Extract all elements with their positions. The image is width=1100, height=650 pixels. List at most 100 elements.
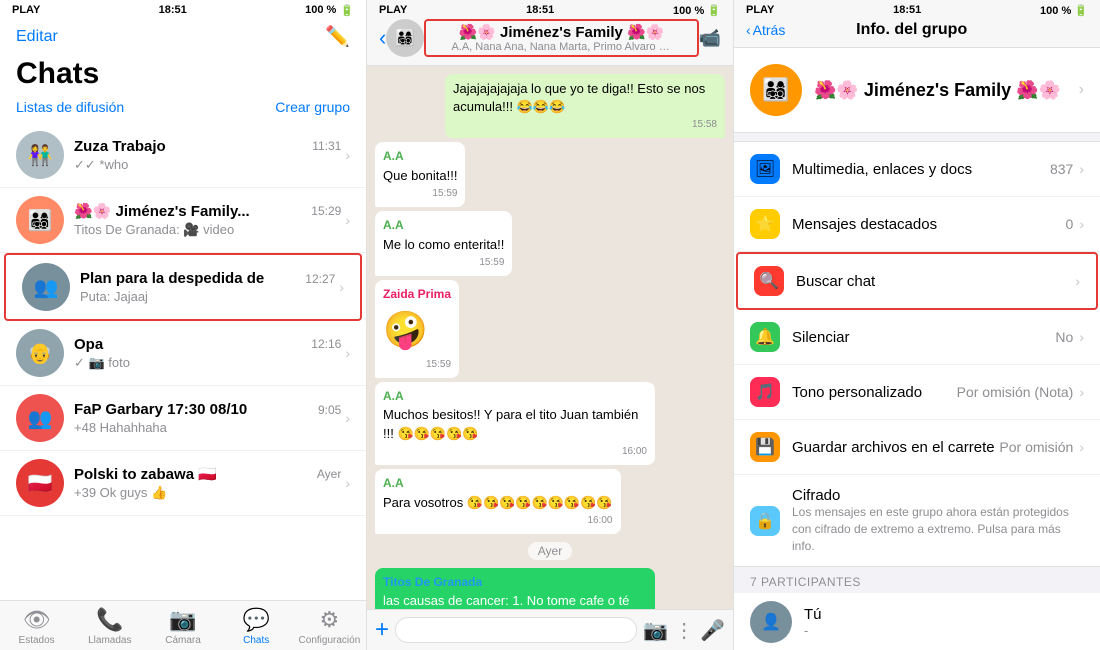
chat-time: 15:29 xyxy=(311,204,341,218)
message-bubble: A.APara vosotros 😘😘😘😘😘😘😘😘😘16:00 xyxy=(375,469,621,534)
info-row-label: Tono personalizado xyxy=(792,384,957,401)
chat-item[interactable]: 👴Opa12:16✓ 📷 foto› xyxy=(0,321,366,386)
compose-icon[interactable]: ✏️ xyxy=(325,24,350,49)
chat-time: 11:31 xyxy=(312,139,341,153)
info-row-value: No xyxy=(1055,329,1073,345)
mic-icon[interactable]: 🎤 xyxy=(700,618,725,643)
chat-name-row: Zuza Trabajo11:31 xyxy=(74,138,341,155)
info-row-icon: ⭐ xyxy=(750,209,780,239)
chat-name-row: 🌺🌸 Jiménez's Family...15:29 xyxy=(74,202,341,220)
info-section: 🖼Multimedia, enlaces y docs837›⭐Mensajes… xyxy=(734,141,1100,567)
chat-info: Zuza Trabajo11:31✓✓ *who xyxy=(74,138,341,173)
nav-item-chats[interactable]: 💬Chats xyxy=(220,607,293,646)
chevron-right-icon: › xyxy=(345,345,350,361)
message-sender: A.A xyxy=(383,475,613,492)
message-text: Que bonita!!! xyxy=(383,167,457,185)
dots-icon[interactable]: ⋮ xyxy=(674,618,694,643)
group-name-header: 🌺🌸 Jiménez's Family 🌺🌸 xyxy=(459,23,665,41)
carrier-3: PLAY xyxy=(746,4,774,17)
message-bubble: Jajajajajajaja lo que yo te diga!! Esto … xyxy=(445,74,725,138)
info-title: Info. del grupo xyxy=(856,21,967,39)
chevron-right-icon: › xyxy=(1079,384,1084,400)
info-row-value: 0 xyxy=(1066,216,1074,232)
nav-item-cámara[interactable]: 📷Cámara xyxy=(146,607,219,646)
add-attachment-button[interactable]: + xyxy=(375,616,389,644)
group-big-avatar: 👨‍👩‍👧‍👦 xyxy=(750,64,802,116)
message-sender: A.A xyxy=(383,217,504,234)
info-row[interactable]: 🔍Buscar chat› xyxy=(736,252,1098,310)
time-1: 18:51 xyxy=(159,4,187,16)
chat-info: Polski to zabawa 🇵🇱Ayer+39 Ok guys 👍 xyxy=(74,465,341,501)
chats-header: Editar ✏️ xyxy=(0,20,366,57)
chat-back-button[interactable]: ‹ xyxy=(379,25,386,51)
info-row[interactable]: 💾Guardar archivos en el carretePor omisi… xyxy=(734,420,1100,475)
time-2: 18:51 xyxy=(526,4,554,17)
info-row-icon: 🔍 xyxy=(754,266,784,296)
chat-item[interactable]: 👫Zuza Trabajo11:31✓✓ *who› xyxy=(0,123,366,188)
chat-time: 12:27 xyxy=(305,272,335,286)
info-row[interactable]: 🔔SilenciarNo› xyxy=(734,310,1100,365)
chevron-right-icon: › xyxy=(1079,161,1084,177)
message-time: 16:00 xyxy=(383,514,613,528)
info-row-label: Multimedia, enlaces y docs xyxy=(792,161,1050,178)
video-call-icon[interactable]: 📹 xyxy=(699,28,721,49)
camera-icon[interactable]: 📷 xyxy=(643,618,668,643)
message-time: 15:59 xyxy=(383,358,451,372)
messages-area: Jajajajajajaja lo que yo te diga!! Esto … xyxy=(367,66,733,609)
battery-icon-1: 🔋 xyxy=(340,4,354,17)
carrier-2: PLAY xyxy=(379,4,407,17)
panel-chats: PLAY 18:51 100 % 🔋 Editar ✏️ Chats Lista… xyxy=(0,0,367,650)
nav-label: Chats xyxy=(243,635,269,646)
difusion-link[interactable]: Listas de difusión xyxy=(16,99,124,115)
info-row[interactable]: ⭐Mensajes destacados0› xyxy=(734,197,1100,252)
message-input[interactable] xyxy=(395,617,637,643)
edit-button[interactable]: Editar xyxy=(16,28,58,46)
group-avatar-chat: 👨‍👩‍👧‍👦 xyxy=(386,19,424,57)
nav-label: Llamadas xyxy=(88,635,131,646)
info-row-value: Por omisión (Nota) xyxy=(957,384,1074,400)
info-back-button[interactable]: ‹ Atrás xyxy=(746,22,785,38)
group-info-chevron: › xyxy=(1079,81,1084,99)
day-divider: Ayer xyxy=(528,542,572,560)
info-row-label: CifradoLos mensajes en este grupo ahora … xyxy=(792,487,1084,554)
participant-row[interactable]: 👤 Tú- xyxy=(734,593,1100,650)
chevron-left-icon: ‹ xyxy=(746,22,751,38)
chat-item[interactable]: 👥FaP Garbary 17:30 08/109:05+48 Hahahhah… xyxy=(0,386,366,451)
nav-item-configuración[interactable]: ⚙Configuración xyxy=(293,607,366,646)
info-row-label: Guardar archivos en el carrete xyxy=(792,439,999,456)
message-text: las causas de cancer: 1. No tome cafe o … xyxy=(383,592,647,609)
chevron-right-icon: › xyxy=(339,279,344,295)
chat-preview: Puta: Jajaaj xyxy=(80,289,335,304)
panel-chat: PLAY 18:51 100 % 🔋 ‹ 👨‍👩‍👧‍👦 🌺🌸 Jiménez'… xyxy=(367,0,734,650)
chat-avatar: 👫 xyxy=(16,131,64,179)
chats-links: Listas de difusión Crear grupo xyxy=(0,99,366,123)
info-row[interactable]: 🔒CifradoLos mensajes en este grupo ahora… xyxy=(734,475,1100,566)
chevron-right-icon: › xyxy=(1079,216,1084,232)
chevron-right-icon: › xyxy=(1079,439,1084,455)
participant-avatar: 👤 xyxy=(750,601,792,643)
chat-top-bar: PLAY 18:51 100 % 🔋 ‹ 👨‍👩‍👧‍👦 🌺🌸 Jiménez'… xyxy=(367,0,733,66)
nav-item-llamadas[interactable]: 📞Llamadas xyxy=(73,607,146,646)
chevron-right-icon: › xyxy=(345,212,350,228)
info-nav-row: ‹ Atrás Info. del grupo xyxy=(746,21,1088,39)
group-header-highlighted[interactable]: 🌺🌸 Jiménez's Family 🌺🌸 A.A, Nana Ana, Na… xyxy=(424,19,698,57)
message-bubble: A.AMe lo como enterita!!15:59 xyxy=(375,211,512,276)
participant-info: Tú- xyxy=(804,606,1084,638)
battery-1: 100 % xyxy=(305,4,336,16)
chat-avatar: 👨‍👩‍👧‍👦 xyxy=(16,196,64,244)
time-3: 18:51 xyxy=(893,4,921,17)
crear-grupo-link[interactable]: Crear grupo xyxy=(275,99,350,115)
info-row[interactable]: 🎵Tono personalizadoPor omisión (Nota)› xyxy=(734,365,1100,420)
chat-item[interactable]: 🇵🇱Polski to zabawa 🇵🇱Ayer+39 Ok guys 👍› xyxy=(0,451,366,516)
chat-item[interactable]: 👥Plan para la despedida de12:27Puta: Jaj… xyxy=(4,253,362,321)
message-text: Jajajajajajaja lo que yo te diga!! Esto … xyxy=(453,80,717,116)
info-status-row: PLAY 18:51 100 % 🔋 xyxy=(746,4,1088,17)
status-bar-1: PLAY 18:51 100 % 🔋 xyxy=(0,0,366,20)
nav-label: Configuración xyxy=(299,635,361,646)
info-row[interactable]: 🖼Multimedia, enlaces y docs837› xyxy=(734,142,1100,197)
info-row-icon: 💾 xyxy=(750,432,780,462)
info-row-icon: 🔔 xyxy=(750,322,780,352)
nav-item-estados[interactable]: 👁Estados xyxy=(0,607,73,646)
chat-item[interactable]: 👨‍👩‍👧‍👦🌺🌸 Jiménez's Family...15:29Titos … xyxy=(0,188,366,253)
battery-3: 100 % 🔋 xyxy=(1040,4,1088,17)
